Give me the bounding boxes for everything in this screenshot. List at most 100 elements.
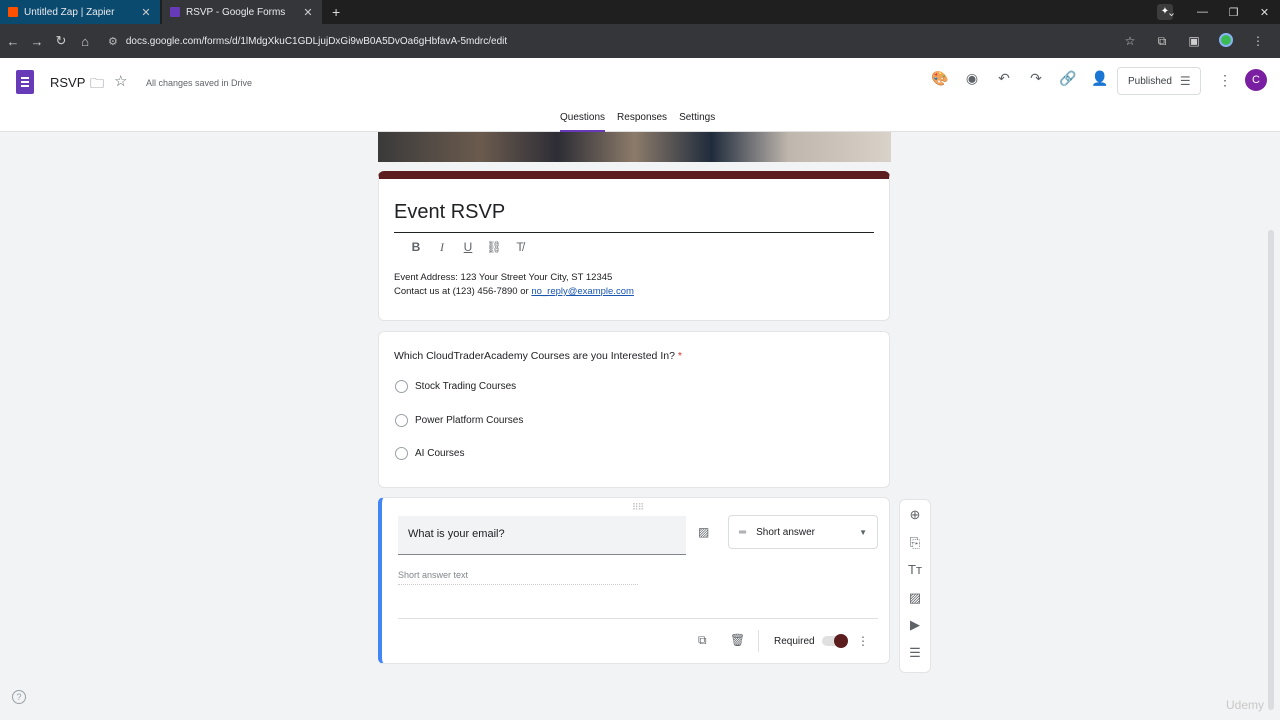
form-title[interactable]: Event RSVP [394,201,874,233]
home-icon[interactable]: ⌂ [74,34,96,49]
browser-tab-bar: Untitled Zap | Zapier ✕ RSVP - Google Fo… [0,0,1280,24]
forward-icon[interactable]: → [26,34,48,49]
question-card-courses[interactable]: Which CloudTraderAcademy Courses are you… [378,331,890,488]
zapier-icon [8,7,18,17]
forms-header: RSVP 🗀 ☆ All changes saved in Drive 🎨 ◉ … [0,58,1280,132]
radio-button[interactable] [395,380,408,393]
browser-tab-forms[interactable]: RSVP - Google Forms ✕ [162,0,322,24]
reload-icon[interactable]: ↻ [50,33,72,49]
preview-eye-icon[interactable]: ◉ [956,70,988,87]
option-power-platform[interactable]: Power Platform Courses [395,414,523,427]
drag-handle-icon[interactable]: ⠿⠿ [632,502,644,513]
description-address: Event Address: 123 Your Street Your City… [394,272,613,283]
add-collaborator-icon[interactable]: 👤 [1084,70,1116,87]
address-bar: ← → ↻ ⌂ ⚙ docs.google.com/forms/d/1lMdgX… [0,24,1280,58]
minimize-icon[interactable]: — [1187,6,1218,18]
doc-title[interactable]: RSVP [50,75,85,90]
question-type-select[interactable]: ═ Short answer ▼ [728,515,878,549]
url-field[interactable]: ⚙ docs.google.com/forms/d/1lMdgXkuC1GDLj… [102,28,1114,54]
sliders-icon: ☰ [1179,74,1191,88]
duplicate-icon[interactable]: ⧉ [698,633,707,648]
option-ai-courses[interactable]: AI Courses [395,447,464,460]
help-icon[interactable]: ? [12,690,26,704]
format-toolbar: B I U ⛓ T̸ [403,240,533,255]
more-options-icon[interactable]: ⋮ [857,634,869,648]
sidepanel-icon[interactable]: ▣ [1178,34,1210,48]
divider [758,630,759,652]
published-button[interactable]: Published ☰ [1117,67,1201,95]
site-info-icon[interactable]: ⚙ [108,35,118,48]
question-title-input[interactable]: What is your email? [398,516,686,555]
italic-icon[interactable]: I [429,240,455,255]
bold-icon[interactable]: B [403,240,429,255]
header-banner-image [378,132,891,162]
option-stock-trading[interactable]: Stock Trading Courses [395,380,516,393]
required-toggle[interactable] [822,634,848,648]
chevron-down-icon[interactable]: ⌄ [1156,6,1187,19]
published-label: Published [1128,75,1172,87]
import-questions-icon[interactable]: ⎘ [910,535,920,563]
option-label: Stock Trading Courses [415,381,517,392]
avatar[interactable]: C [1245,69,1267,91]
required-asterisk: * [677,350,682,362]
watermark: Udemy [1226,698,1265,712]
close-tab-icon[interactable]: ✕ [140,6,152,19]
tab-title: RSVP - Google Forms [186,6,286,18]
link-icon[interactable]: 🔗 [1052,70,1084,87]
radio-button[interactable] [395,447,408,460]
window-controls: ⌄ — ❐ ✕ [1156,0,1280,24]
undo-icon[interactable]: ↶ [988,70,1020,87]
url-text: docs.google.com/forms/d/1lMdgXkuC1GDLjuj… [125,35,508,47]
extensions-icon[interactable]: ⧉ [1146,34,1178,49]
form-title-card: Event RSVP B I U ⛓ T̸ Event Address: 123… [378,171,890,321]
profile-icon[interactable] [1210,32,1242,50]
browser-tab-zapier[interactable]: Untitled Zap | Zapier ✕ [0,0,160,24]
delete-icon[interactable]: 🗑 [730,633,745,647]
menu-icon[interactable]: ⋮ [1242,34,1274,48]
close-tab-icon[interactable]: ✕ [302,6,314,19]
tab-responses[interactable]: Responses [617,112,667,132]
required-label: Required [774,636,815,647]
palette-icon[interactable]: 🎨 [924,70,956,87]
question-text: Which CloudTraderAcademy Courses are you… [394,350,675,362]
radio-button[interactable] [395,414,408,427]
side-toolbar: ⊕ ⎘ Tт ▨ ▶ ☰ [899,499,931,673]
add-question-icon[interactable]: ⊕ [910,507,921,535]
bookmark-star-icon[interactable]: ☆ [1114,34,1146,48]
underline-icon[interactable]: U [455,240,481,255]
add-video-icon[interactable]: ▶ [910,617,920,645]
scrollbar[interactable] [1268,230,1274,710]
add-title-icon[interactable]: Tт [908,562,922,590]
short-answer-icon: ═ [739,526,747,538]
question-title: Which CloudTraderAcademy Courses are you… [394,350,682,362]
add-section-icon[interactable]: ☰ [909,645,921,673]
clear-format-icon[interactable]: T̸ [507,240,533,255]
toggle-knob [834,634,848,648]
form-description[interactable]: Event Address: 123 Your Street Your City… [394,271,634,299]
option-label: AI Courses [415,448,465,459]
close-window-icon[interactable]: ✕ [1249,6,1280,19]
question-card-email[interactable]: ⠿⠿ What is your email? ▨ ═ Short answer … [378,497,890,664]
form-tabs: Questions Responses Settings [554,112,721,132]
short-answer-placeholder: Short answer text [398,570,638,585]
star-icon[interactable]: ☆ [114,72,127,90]
description-contact: Contact us at (123) 456-7890 or [394,286,532,297]
dropdown-caret-icon: ▼ [859,527,867,537]
redo-icon[interactable]: ↷ [1020,70,1052,87]
add-image-icon[interactable]: ▨ [909,590,921,618]
new-tab-icon[interactable]: + [332,4,340,20]
google-forms-icon [170,7,180,17]
option-label: Power Platform Courses [415,415,524,426]
tab-questions[interactable]: Questions [560,112,606,132]
add-image-icon[interactable]: ▨ [698,525,709,539]
tab-settings[interactable]: Settings [679,112,715,132]
contact-email-link[interactable]: no_reply@example.com [531,286,634,297]
divider [398,618,878,619]
folder-icon[interactable]: 🗀 [90,73,104,97]
google-forms-logo-icon[interactable] [16,70,34,94]
restore-icon[interactable]: ❐ [1218,6,1249,19]
more-options-icon[interactable]: ⋮ [1218,72,1232,89]
tab-title: Untitled Zap | Zapier [24,6,115,18]
link-icon[interactable]: ⛓ [481,240,507,255]
back-icon[interactable]: ← [2,34,24,49]
